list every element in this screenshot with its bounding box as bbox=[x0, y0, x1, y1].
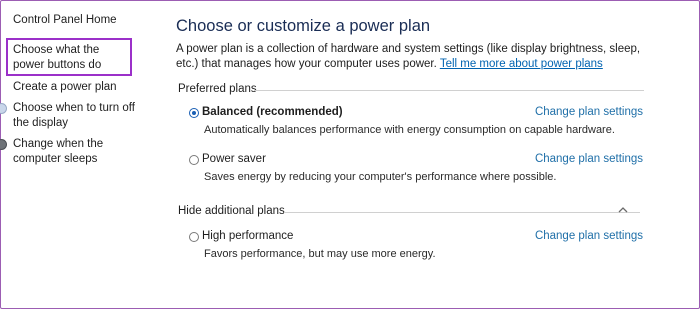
sidebar-item-turn-off-display[interactable]: Choose when to turn off the display bbox=[13, 101, 148, 131]
section-divider bbox=[284, 212, 640, 213]
plan-name-balanced[interactable]: Balanced (recommended) bbox=[202, 106, 343, 118]
hide-additional-plans-heading[interactable]: Hide additional plans bbox=[178, 205, 285, 217]
radio-power-saver[interactable] bbox=[189, 155, 199, 165]
sidebar: Control Panel Home Choose what the power… bbox=[0, 0, 160, 309]
preferred-plans-heading: Preferred plans bbox=[178, 83, 257, 95]
control-panel-home-link[interactable]: Control Panel Home bbox=[13, 14, 117, 26]
sidebar-item-create-plan[interactable]: Create a power plan bbox=[13, 80, 145, 95]
page-title: Choose or customize a power plan bbox=[176, 17, 431, 35]
section-divider bbox=[254, 90, 644, 91]
chevron-up-icon[interactable] bbox=[616, 205, 630, 215]
radio-balanced[interactable] bbox=[189, 108, 199, 118]
change-plan-settings-balanced[interactable]: Change plan settings bbox=[535, 106, 643, 118]
page-description: A power plan is a collection of hardware… bbox=[176, 42, 646, 72]
display-power-icon bbox=[0, 103, 7, 114]
plan-name-power-saver[interactable]: Power saver bbox=[202, 153, 266, 165]
radio-high-performance[interactable] bbox=[189, 232, 199, 242]
plan-name-high-performance[interactable]: High performance bbox=[202, 230, 293, 242]
sidebar-item-power-buttons[interactable]: Choose what the power buttons do bbox=[13, 43, 128, 73]
plan-description-high-performance: Favors performance, but may use more ene… bbox=[204, 248, 436, 260]
learn-more-link[interactable]: Tell me more about power plans bbox=[440, 58, 603, 70]
sleep-icon bbox=[0, 139, 7, 150]
change-plan-settings-power-saver[interactable]: Change plan settings bbox=[535, 153, 643, 165]
plan-description-power-saver: Saves energy by reducing your computer's… bbox=[204, 171, 557, 183]
change-plan-settings-high-performance[interactable]: Change plan settings bbox=[535, 230, 643, 242]
plan-description-balanced: Automatically balances performance with … bbox=[204, 124, 615, 136]
sidebar-item-computer-sleeps[interactable]: Change when the computer sleeps bbox=[13, 137, 143, 167]
